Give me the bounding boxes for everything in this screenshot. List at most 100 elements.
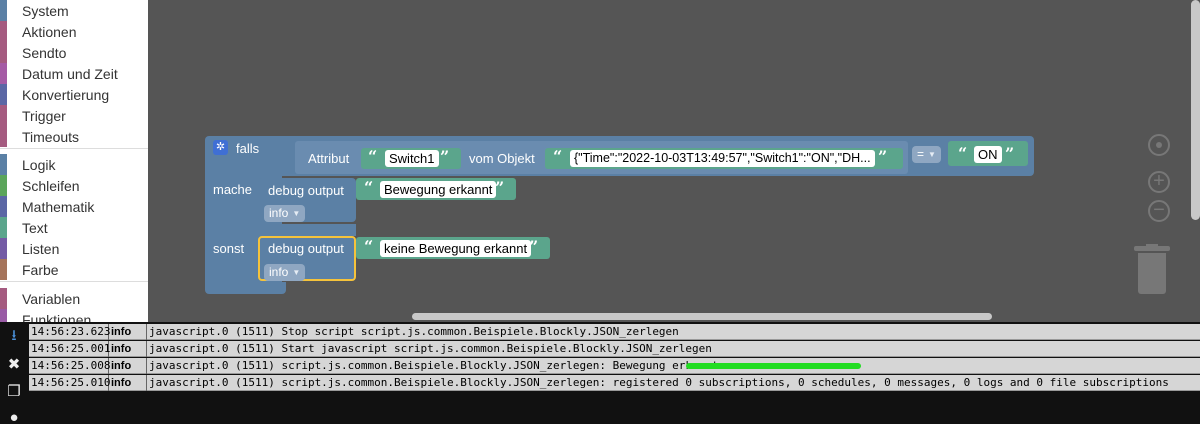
operator-value: = xyxy=(917,147,925,161)
quote-close-icon: ” xyxy=(529,237,539,256)
debug-level-dropdown[interactable]: info ▼ xyxy=(264,205,306,223)
toolbox-category-label: Mathematik xyxy=(22,198,95,215)
toolbox-category-label: Text xyxy=(22,219,48,236)
log-row: 14:56:23.623 info javascript.0 (1511) St… xyxy=(29,323,1200,340)
toolbox-category-label: Listen xyxy=(22,240,60,257)
log-panel: ⭳ ✖ ❐ ● 14:56:23.623 info javascript.0 (… xyxy=(0,322,1200,424)
toolbox-category-timeouts[interactable]: Timeouts xyxy=(0,126,148,147)
toolbox-category-label: Variablen xyxy=(22,290,81,307)
toolbox-category-aktionen[interactable]: Aktionen xyxy=(0,21,148,42)
falls-label: falls xyxy=(236,141,260,156)
toolbox-category-label: Sendto xyxy=(22,44,67,61)
operator-dropdown[interactable]: = ▼ xyxy=(912,146,941,164)
category-color-swatch xyxy=(0,238,7,259)
log-row: 14:56:25.008 info javascript.0 (1511) sc… xyxy=(29,357,1200,374)
toolbox-category-label: Trigger xyxy=(22,107,66,124)
category-color-swatch xyxy=(0,309,7,322)
toolbox-category-funktionen[interactable]: Funktionen xyxy=(0,309,148,322)
compare-text-field[interactable]: ON xyxy=(974,146,1002,163)
category-color-swatch xyxy=(0,154,7,175)
object-text-field[interactable]: {"Time":"2022-10-03T13:49:57","Switch1":… xyxy=(570,150,875,167)
category-color-swatch xyxy=(0,63,7,84)
category-color-swatch xyxy=(0,0,7,21)
zoom-out-icon[interactable]: − xyxy=(1148,200,1170,222)
toolbox-category-label: Funktionen xyxy=(22,311,92,323)
log-time: 14:56:25.001 xyxy=(31,340,111,357)
log-toolbar: ⭳ ✖ ❐ ● xyxy=(0,322,28,424)
toolbox-category-variablen[interactable]: Variablen xyxy=(0,288,148,309)
toolbox-category-label: Schleifen xyxy=(22,177,80,194)
debug-text-field-1[interactable]: Bewegung erkannt xyxy=(380,181,497,198)
category-color-swatch xyxy=(0,175,7,196)
highlight-bar xyxy=(686,363,861,369)
toolbox-category-listen[interactable]: Listen xyxy=(0,238,148,259)
trash-icon[interactable] xyxy=(1134,244,1170,294)
log-message: javascript.0 (1511) Stop script script.j… xyxy=(149,324,679,338)
toolbox-category-label: Logik xyxy=(22,156,56,173)
toolbox-category-system[interactable]: System xyxy=(0,0,148,21)
log-time: 14:56:25.010 xyxy=(31,374,111,391)
quote-open-icon: “ xyxy=(364,237,374,256)
debug-output-label: debug output xyxy=(268,183,344,198)
log-message: javascript.0 (1511) Start javascript scr… xyxy=(149,341,712,355)
debug-level-value: info xyxy=(269,206,289,220)
quote-open-icon: “ xyxy=(958,144,968,163)
workspace-horizontal-scrollbar[interactable] xyxy=(412,313,992,320)
category-color-swatch xyxy=(0,259,7,280)
toolbox-category-logik[interactable]: Logik xyxy=(0,154,148,175)
toolbox-category-sendto[interactable]: Sendto xyxy=(0,42,148,63)
blockly-workspace[interactable]: ✲ falls mache sonst Attribut “ Switch1 ”… xyxy=(148,0,1200,322)
toolbox-category-schleifen[interactable]: Schleifen xyxy=(0,175,148,196)
toolbox-category-datum-und-zeit[interactable]: Datum und Zeit xyxy=(0,63,148,84)
debug-text-field-2[interactable]: keine Bewegung erkannt xyxy=(380,240,532,257)
attribut-label: Attribut xyxy=(308,151,350,166)
download-icon[interactable]: ⭳ xyxy=(4,326,24,346)
toolbox-category-mathematik[interactable]: Mathematik xyxy=(0,196,148,217)
workspace-vertical-scrollbar[interactable] xyxy=(1191,0,1200,220)
copy-icon[interactable]: ❐ xyxy=(4,382,24,402)
toolbox-category-text[interactable]: Text xyxy=(0,217,148,238)
clear-log-icon[interactable]: ✖ xyxy=(4,355,24,375)
debug-level-value: info xyxy=(269,265,289,279)
category-color-swatch xyxy=(0,217,7,238)
quote-open-icon: “ xyxy=(368,147,378,166)
toolbox-category-trigger[interactable]: Trigger xyxy=(0,105,148,126)
toolbox-category-label: Aktionen xyxy=(22,23,77,40)
category-color-swatch xyxy=(0,105,7,126)
toolbox-category-label: Farbe xyxy=(22,261,59,278)
log-time: 14:56:25.008 xyxy=(31,357,111,374)
more-icon[interactable]: ● xyxy=(4,408,24,424)
category-color-swatch xyxy=(0,42,7,63)
sonst-label: sonst xyxy=(213,241,245,256)
quote-close-icon: ” xyxy=(495,178,505,197)
dropdown-arrow-icon: ▼ xyxy=(292,209,301,219)
category-color-swatch xyxy=(0,84,7,105)
log-level: info xyxy=(109,323,147,340)
toolbox-category-label: Datum und Zeit xyxy=(22,65,118,82)
category-color-swatch xyxy=(0,196,7,217)
debug-level-dropdown[interactable]: info ▼ xyxy=(264,264,306,282)
gear-icon[interactable]: ✲ xyxy=(213,140,228,155)
log-level: info xyxy=(109,357,147,374)
category-color-swatch xyxy=(0,288,7,309)
log-row: 14:56:25.001 info javascript.0 (1511) St… xyxy=(29,340,1200,357)
toolbox-category-label: System xyxy=(22,2,69,19)
quote-close-icon: ” xyxy=(1005,144,1015,163)
toolbox-separator xyxy=(0,148,148,149)
quote-close-icon: ” xyxy=(878,147,888,166)
quote-open-icon: “ xyxy=(553,147,563,166)
toolbox-category-konvertierung[interactable]: Konvertierung xyxy=(0,84,148,105)
log-message: javascript.0 (1511) script.js.common.Bei… xyxy=(149,358,719,372)
zoom-in-icon[interactable]: + xyxy=(1148,171,1170,193)
log-row: 14:56:25.010 info javascript.0 (1511) sc… xyxy=(29,374,1200,391)
vom-objekt-label: vom Objekt xyxy=(469,151,535,166)
category-color-swatch xyxy=(0,21,7,42)
log-time: 14:56:23.623 xyxy=(31,323,111,340)
attribute-text-field[interactable]: Switch1 xyxy=(385,150,439,167)
if-else-block-divider xyxy=(205,224,356,236)
quote-open-icon: “ xyxy=(364,178,374,197)
recenter-icon[interactable] xyxy=(1148,134,1170,156)
toolbox-category-farbe[interactable]: Farbe xyxy=(0,259,148,280)
log-level: info xyxy=(109,374,147,391)
if-else-block-bottom xyxy=(205,282,286,294)
